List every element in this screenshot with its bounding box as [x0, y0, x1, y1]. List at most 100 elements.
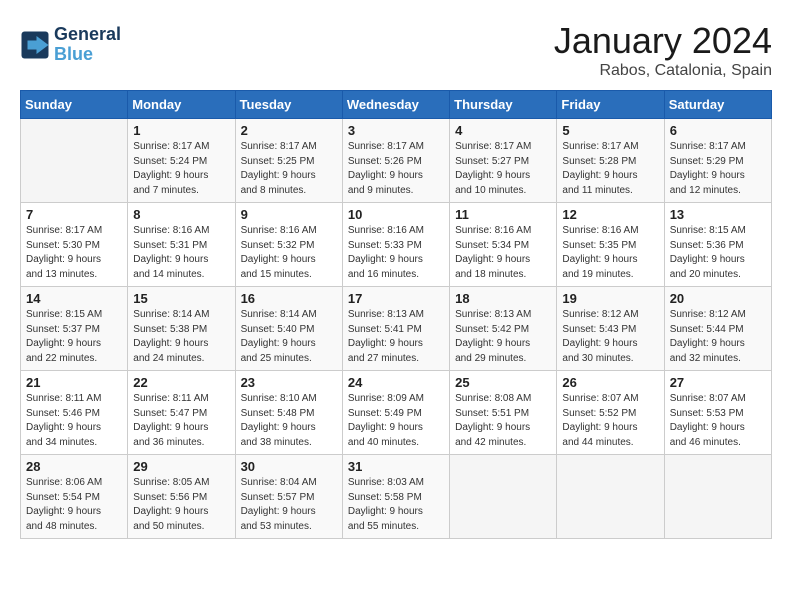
- day-number: 19: [562, 291, 658, 306]
- day-info: Sunrise: 8:17 AM Sunset: 5:26 PM Dayligh…: [348, 140, 444, 198]
- calendar-cell: [21, 119, 128, 203]
- calendar-cell: 15 Sunrise: 8:14 AM Sunset: 5:38 PM Dayli…: [128, 287, 235, 371]
- calendar-cell: 17 Sunrise: 8:13 AM Sunset: 5:41 PM Dayli…: [342, 287, 449, 371]
- day-number: 22: [133, 375, 229, 390]
- day-number: 14: [26, 291, 122, 306]
- calendar-cell: 5Sunrise: 8:17 AM Sunset: 5:28 PM Daylig…: [557, 119, 664, 203]
- calendar-cell: 29 Sunrise: 8:05 AM Sunset: 5:56 PM Dayli…: [128, 455, 235, 539]
- day-info: Sunrise: 8:17 AM Sunset: 5:24 PM Dayligh…: [133, 140, 229, 198]
- calendar-cell: 13 Sunrise: 8:15 AM Sunset: 5:36 PM Dayli…: [664, 203, 771, 287]
- weekday-header-cell: Friday: [557, 91, 664, 119]
- calendar-cell: 4Sunrise: 8:17 AM Sunset: 5:27 PM Daylig…: [450, 119, 557, 203]
- calendar-body: 1Sunrise: 8:17 AM Sunset: 5:24 PM Daylig…: [21, 119, 772, 539]
- weekday-header-cell: Sunday: [21, 91, 128, 119]
- day-number: 18: [455, 291, 551, 306]
- calendar-cell: [664, 455, 771, 539]
- day-info: Sunrise: 8:15 AM Sunset: 5:37 PM Dayligh…: [26, 308, 122, 366]
- weekday-header-cell: Saturday: [664, 91, 771, 119]
- day-info: Sunrise: 8:16 AM Sunset: 5:31 PM Dayligh…: [133, 224, 229, 282]
- title-block: January 2024 Rabos, Catalonia, Spain: [554, 20, 772, 80]
- calendar-cell: 16 Sunrise: 8:14 AM Sunset: 5:40 PM Dayli…: [235, 287, 342, 371]
- day-number: 12: [562, 207, 658, 222]
- day-number: 31: [348, 459, 444, 474]
- day-number: 16: [241, 291, 337, 306]
- day-info: Sunrise: 8:14 AM Sunset: 5:40 PM Dayligh…: [241, 308, 337, 366]
- calendar-week-row: 7 Sunrise: 8:17 AM Sunset: 5:30 PM Daylig…: [21, 203, 772, 287]
- calendar-cell: 7 Sunrise: 8:17 AM Sunset: 5:30 PM Daylig…: [21, 203, 128, 287]
- day-number: 15: [133, 291, 229, 306]
- day-info: Sunrise: 8:12 AM Sunset: 5:43 PM Dayligh…: [562, 308, 658, 366]
- day-number: 29: [133, 459, 229, 474]
- day-number: 6: [670, 123, 766, 138]
- calendar-title: January 2024: [554, 20, 772, 62]
- day-number: 7: [26, 207, 122, 222]
- day-info: Sunrise: 8:05 AM Sunset: 5:56 PM Dayligh…: [133, 476, 229, 534]
- calendar-cell: 19 Sunrise: 8:12 AM Sunset: 5:43 PM Dayli…: [557, 287, 664, 371]
- calendar-cell: 2 Sunrise: 8:17 AM Sunset: 5:25 PM Daylig…: [235, 119, 342, 203]
- calendar-subtitle: Rabos, Catalonia, Spain: [554, 62, 772, 80]
- weekday-header-row: SundayMondayTuesdayWednesdayThursdayFrid…: [21, 91, 772, 119]
- calendar-week-row: 14 Sunrise: 8:15 AM Sunset: 5:37 PM Dayli…: [21, 287, 772, 371]
- calendar-cell: 3Sunrise: 8:17 AM Sunset: 5:26 PM Daylig…: [342, 119, 449, 203]
- weekday-header-cell: Thursday: [450, 91, 557, 119]
- calendar-week-row: 1Sunrise: 8:17 AM Sunset: 5:24 PM Daylig…: [21, 119, 772, 203]
- calendar-cell: 25Sunrise: 8:08 AM Sunset: 5:51 PM Dayli…: [450, 371, 557, 455]
- logo-icon: [20, 30, 50, 60]
- day-info: Sunrise: 8:08 AM Sunset: 5:51 PM Dayligh…: [455, 392, 551, 450]
- calendar-cell: 12 Sunrise: 8:16 AM Sunset: 5:35 PM Dayli…: [557, 203, 664, 287]
- calendar-cell: 11Sunrise: 8:16 AM Sunset: 5:34 PM Dayli…: [450, 203, 557, 287]
- day-info: Sunrise: 8:13 AM Sunset: 5:42 PM Dayligh…: [455, 308, 551, 366]
- day-number: 4: [455, 123, 551, 138]
- calendar-week-row: 21Sunrise: 8:11 AM Sunset: 5:46 PM Dayli…: [21, 371, 772, 455]
- day-info: Sunrise: 8:03 AM Sunset: 5:58 PM Dayligh…: [348, 476, 444, 534]
- day-number: 2: [241, 123, 337, 138]
- day-info: Sunrise: 8:16 AM Sunset: 5:33 PM Dayligh…: [348, 224, 444, 282]
- calendar-cell: 26 Sunrise: 8:07 AM Sunset: 5:52 PM Dayli…: [557, 371, 664, 455]
- calendar-cell: 6 Sunrise: 8:17 AM Sunset: 5:29 PM Daylig…: [664, 119, 771, 203]
- day-info: Sunrise: 8:17 AM Sunset: 5:25 PM Dayligh…: [241, 140, 337, 198]
- calendar-cell: 22 Sunrise: 8:11 AM Sunset: 5:47 PM Dayli…: [128, 371, 235, 455]
- day-info: Sunrise: 8:11 AM Sunset: 5:47 PM Dayligh…: [133, 392, 229, 450]
- calendar-cell: 30Sunrise: 8:04 AM Sunset: 5:57 PM Dayli…: [235, 455, 342, 539]
- calendar-cell: 20Sunrise: 8:12 AM Sunset: 5:44 PM Dayli…: [664, 287, 771, 371]
- calendar-cell: 23 Sunrise: 8:10 AM Sunset: 5:48 PM Dayli…: [235, 371, 342, 455]
- calendar-week-row: 28 Sunrise: 8:06 AM Sunset: 5:54 PM Dayli…: [21, 455, 772, 539]
- calendar-cell: 31 Sunrise: 8:03 AM Sunset: 5:58 PM Dayli…: [342, 455, 449, 539]
- day-info: Sunrise: 8:06 AM Sunset: 5:54 PM Dayligh…: [26, 476, 122, 534]
- day-number: 26: [562, 375, 658, 390]
- logo-line2: Blue: [54, 45, 121, 65]
- day-info: Sunrise: 8:13 AM Sunset: 5:41 PM Dayligh…: [348, 308, 444, 366]
- day-number: 27: [670, 375, 766, 390]
- day-info: Sunrise: 8:17 AM Sunset: 5:30 PM Dayligh…: [26, 224, 122, 282]
- day-number: 13: [670, 207, 766, 222]
- calendar-cell: 10 Sunrise: 8:16 AM Sunset: 5:33 PM Dayli…: [342, 203, 449, 287]
- calendar-cell: 24 Sunrise: 8:09 AM Sunset: 5:49 PM Dayli…: [342, 371, 449, 455]
- day-info: Sunrise: 8:15 AM Sunset: 5:36 PM Dayligh…: [670, 224, 766, 282]
- page-header: General Blue January 2024 Rabos, Catalon…: [20, 20, 772, 80]
- calendar-cell: 8Sunrise: 8:16 AM Sunset: 5:31 PM Daylig…: [128, 203, 235, 287]
- day-info: Sunrise: 8:17 AM Sunset: 5:28 PM Dayligh…: [562, 140, 658, 198]
- day-info: Sunrise: 8:09 AM Sunset: 5:49 PM Dayligh…: [348, 392, 444, 450]
- day-info: Sunrise: 8:12 AM Sunset: 5:44 PM Dayligh…: [670, 308, 766, 366]
- day-number: 17: [348, 291, 444, 306]
- day-info: Sunrise: 8:14 AM Sunset: 5:38 PM Dayligh…: [133, 308, 229, 366]
- day-number: 9: [241, 207, 337, 222]
- day-number: 24: [348, 375, 444, 390]
- day-number: 10: [348, 207, 444, 222]
- weekday-header-cell: Wednesday: [342, 91, 449, 119]
- calendar-cell: 21Sunrise: 8:11 AM Sunset: 5:46 PM Dayli…: [21, 371, 128, 455]
- day-number: 21: [26, 375, 122, 390]
- day-info: Sunrise: 8:04 AM Sunset: 5:57 PM Dayligh…: [241, 476, 337, 534]
- calendar-cell: [557, 455, 664, 539]
- day-number: 23: [241, 375, 337, 390]
- day-info: Sunrise: 8:07 AM Sunset: 5:52 PM Dayligh…: [562, 392, 658, 450]
- weekday-header-cell: Monday: [128, 91, 235, 119]
- calendar-cell: 14 Sunrise: 8:15 AM Sunset: 5:37 PM Dayli…: [21, 287, 128, 371]
- calendar-cell: 1Sunrise: 8:17 AM Sunset: 5:24 PM Daylig…: [128, 119, 235, 203]
- day-info: Sunrise: 8:17 AM Sunset: 5:29 PM Dayligh…: [670, 140, 766, 198]
- calendar-table: SundayMondayTuesdayWednesdayThursdayFrid…: [20, 90, 772, 539]
- day-info: Sunrise: 8:16 AM Sunset: 5:35 PM Dayligh…: [562, 224, 658, 282]
- day-number: 28: [26, 459, 122, 474]
- day-info: Sunrise: 8:10 AM Sunset: 5:48 PM Dayligh…: [241, 392, 337, 450]
- calendar-cell: 28 Sunrise: 8:06 AM Sunset: 5:54 PM Dayli…: [21, 455, 128, 539]
